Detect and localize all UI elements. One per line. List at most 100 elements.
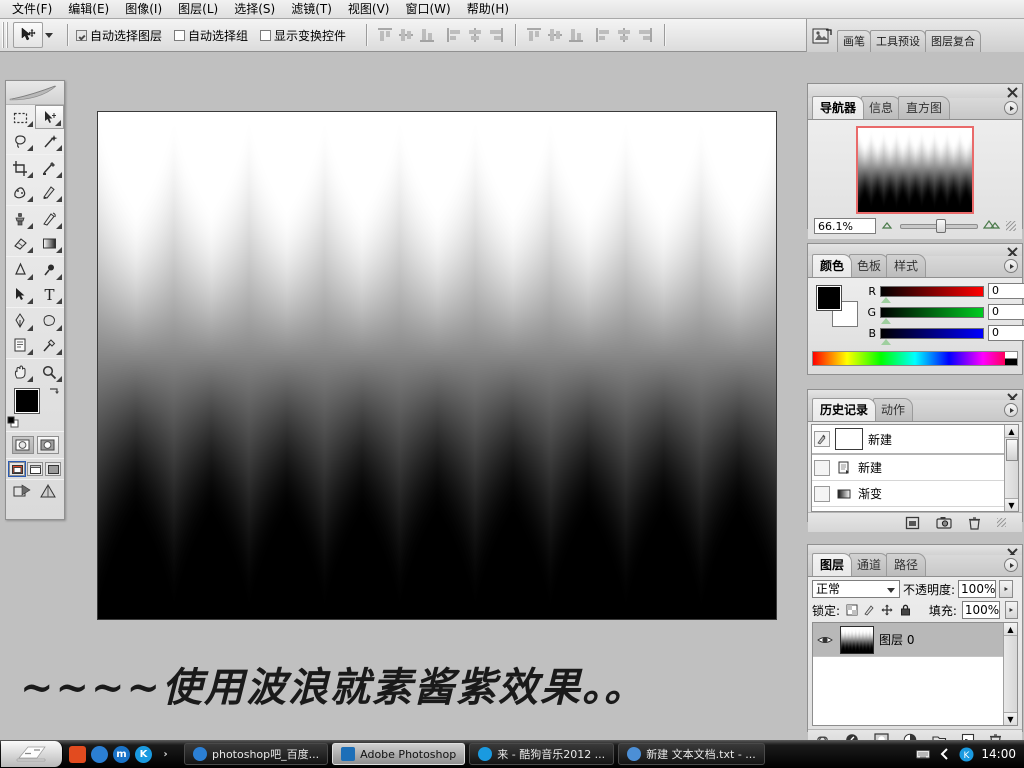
notes-tool-icon[interactable] bbox=[6, 333, 35, 357]
tab-信息[interactable]: 信息 bbox=[861, 96, 901, 119]
taskbar-item-1[interactable]: Adobe Photoshop bbox=[332, 743, 465, 765]
eyedropper-tool-icon[interactable] bbox=[35, 333, 64, 357]
distribute-left-icon[interactable] bbox=[593, 25, 613, 45]
zoom-value-input[interactable]: 66.1% bbox=[814, 218, 876, 234]
tab-路径[interactable]: 路径 bbox=[886, 553, 926, 576]
align-right-icon[interactable] bbox=[486, 25, 506, 45]
history-brush-toggle[interactable] bbox=[814, 512, 830, 513]
channel-slider-G[interactable] bbox=[880, 307, 984, 318]
move-tool-icon[interactable] bbox=[35, 105, 64, 129]
menu-item-5[interactable]: 滤镜(T) bbox=[283, 0, 340, 18]
clone-stamp-tool-icon[interactable] bbox=[6, 207, 35, 231]
options-bar-grip[interactable] bbox=[2, 22, 10, 48]
checkbox-box[interactable] bbox=[260, 30, 271, 41]
panel-menu-icon[interactable] bbox=[1004, 101, 1018, 115]
dodge-tool-icon[interactable] bbox=[35, 258, 64, 282]
resize-grip[interactable] bbox=[997, 518, 1006, 527]
opacity-slider-button[interactable] bbox=[999, 580, 1013, 598]
eye-icon[interactable] bbox=[815, 630, 835, 650]
history-state-row[interactable]: 新建 bbox=[812, 455, 1018, 481]
history-brush-toggle[interactable] bbox=[814, 486, 830, 502]
delete-state-button[interactable] bbox=[966, 515, 983, 531]
zoom-out-icon[interactable] bbox=[881, 219, 895, 233]
lasso-tool-icon[interactable] bbox=[6, 129, 35, 153]
align-left-icon[interactable] bbox=[444, 25, 464, 45]
channel-slider-B[interactable] bbox=[880, 328, 984, 339]
history-brush-tool-icon[interactable] bbox=[35, 207, 64, 231]
menu-item-8[interactable]: 帮助(H) bbox=[459, 0, 517, 18]
distribute-vcenter-icon[interactable] bbox=[545, 25, 565, 45]
color-swatch-pair[interactable] bbox=[816, 285, 858, 327]
browser-icon[interactable] bbox=[91, 746, 108, 763]
keyboard-icon[interactable] bbox=[915, 747, 930, 762]
tab-样式[interactable]: 样式 bbox=[886, 254, 926, 277]
panel-menu-icon[interactable] bbox=[1004, 259, 1018, 273]
tab-颜色[interactable]: 颜色 bbox=[812, 254, 852, 277]
blend-mode-select[interactable]: 正常 bbox=[812, 580, 900, 598]
move-tool-icon[interactable] bbox=[13, 22, 43, 48]
history-snapshot-row[interactable]: 新建 bbox=[812, 425, 1018, 455]
swap-colors-icon[interactable] bbox=[48, 385, 61, 398]
option-checkbox-2[interactable]: 显示变换控件 bbox=[260, 27, 346, 44]
channel-value-R[interactable]: 0 bbox=[988, 283, 1024, 299]
history-state-row[interactable]: 建立图层 bbox=[812, 507, 1018, 512]
tab-直方图[interactable]: 直方图 bbox=[898, 96, 950, 119]
tool-preset-chevron-down-icon[interactable] bbox=[45, 33, 53, 38]
panel-menu-icon[interactable] bbox=[1004, 558, 1018, 572]
document-canvas[interactable] bbox=[97, 111, 777, 620]
kugou-icon[interactable]: K bbox=[135, 746, 152, 763]
custom-shape-tool-icon[interactable] bbox=[35, 309, 64, 333]
layer-list[interactable]: 图层 0 ▲ ▼ bbox=[812, 622, 1018, 726]
checkbox-box[interactable] bbox=[76, 30, 87, 41]
scroll-down-icon[interactable]: ▼ bbox=[1004, 712, 1017, 725]
zoom-in-icon[interactable] bbox=[983, 219, 1001, 233]
zoom-slider[interactable] bbox=[900, 219, 978, 233]
channel-slider-R[interactable] bbox=[880, 286, 984, 297]
history-state-list[interactable]: 新建 新建渐变建立图层 ▲ ▼ bbox=[811, 424, 1019, 512]
foreground-color-swatch[interactable] bbox=[816, 285, 842, 311]
slice-tool-icon[interactable] bbox=[35, 156, 64, 180]
tab-导航器[interactable]: 导航器 bbox=[812, 96, 864, 119]
fullscreen-menubar-mode-button[interactable] bbox=[27, 462, 43, 476]
resize-grip[interactable] bbox=[1006, 221, 1016, 231]
palette-well-tab-2[interactable]: 图层复合 bbox=[925, 30, 981, 52]
standard-screen-mode-button[interactable] bbox=[9, 462, 25, 476]
hand-tool-icon[interactable] bbox=[6, 360, 35, 384]
toolbox-color-swatches[interactable] bbox=[6, 384, 64, 430]
kugou-tray-icon[interactable]: K bbox=[959, 747, 974, 762]
option-checkbox-1[interactable]: 自动选择组 bbox=[174, 27, 248, 44]
type-tool-icon[interactable]: T bbox=[35, 282, 64, 306]
desktop-icon[interactable] bbox=[69, 746, 86, 763]
layers-scrollbar[interactable]: ▲ ▼ bbox=[1003, 623, 1017, 725]
magic-wand-tool-icon[interactable] bbox=[35, 129, 64, 153]
history-brush-toggle[interactable] bbox=[814, 460, 830, 476]
lock-transparent-icon[interactable] bbox=[845, 603, 858, 617]
scroll-up-icon[interactable]: ▲ bbox=[1004, 623, 1017, 636]
menu-item-3[interactable]: 图层(L) bbox=[170, 0, 226, 18]
expand-icon[interactable]: › bbox=[157, 746, 174, 763]
jump-to-imageready-icon[interactable] bbox=[13, 483, 33, 503]
menu-item-2[interactable]: 图像(I) bbox=[117, 0, 170, 18]
fill-slider-button[interactable] bbox=[1005, 601, 1018, 619]
history-scrollbar[interactable]: ▲ ▼ bbox=[1004, 425, 1018, 511]
history-brush-source-icon[interactable] bbox=[814, 431, 830, 447]
palette-well-tab-0[interactable]: 画笔 bbox=[837, 30, 871, 52]
blur-tool-icon[interactable] bbox=[6, 258, 35, 282]
taskbar-item-3[interactable]: 新建 文本文档.txt - ... bbox=[618, 743, 765, 765]
align-vcenter-icon[interactable] bbox=[396, 25, 416, 45]
lock-all-icon[interactable] bbox=[899, 603, 912, 617]
show-hidden-icons-icon[interactable] bbox=[937, 747, 952, 762]
distribute-bottom-icon[interactable] bbox=[566, 25, 586, 45]
crop-tool-icon[interactable] bbox=[6, 156, 35, 180]
fill-input[interactable]: 100% bbox=[962, 601, 1000, 619]
align-top-icon[interactable] bbox=[375, 25, 395, 45]
align-hcenter-icon[interactable] bbox=[465, 25, 485, 45]
scroll-up-icon[interactable]: ▲ bbox=[1005, 425, 1018, 438]
taskbar-item-2[interactable]: 来 - 酷狗音乐2012 ... bbox=[469, 743, 614, 765]
opacity-input[interactable]: 100% bbox=[958, 580, 996, 598]
layer-row[interactable]: 图层 0 bbox=[813, 623, 1017, 657]
panel-menu-icon[interactable] bbox=[1004, 403, 1018, 417]
maxthon-icon[interactable]: m bbox=[113, 746, 130, 763]
foreground-color-swatch[interactable] bbox=[14, 388, 40, 414]
menu-item-7[interactable]: 窗口(W) bbox=[397, 0, 458, 18]
